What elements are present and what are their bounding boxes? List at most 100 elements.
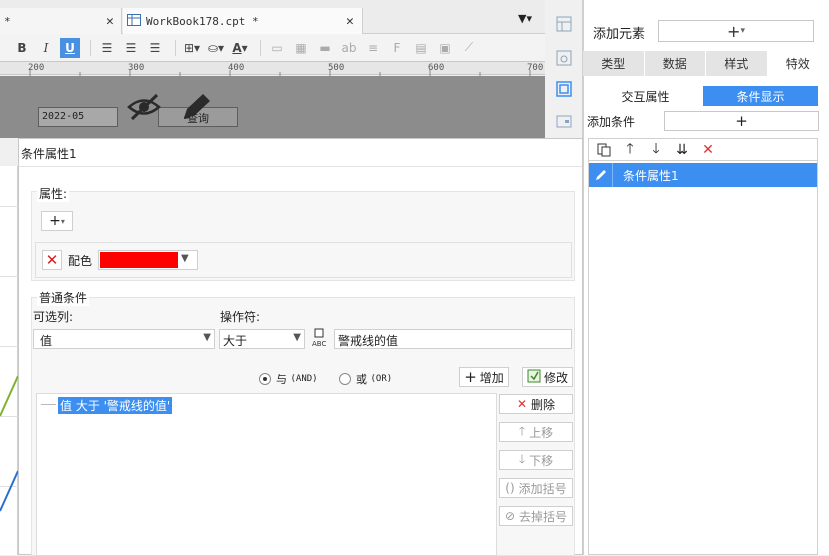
merge-cells-icon[interactable]: ▭ xyxy=(267,38,287,58)
underline-icon[interactable]: U xyxy=(60,38,80,58)
hidden-eye-icon xyxy=(126,92,162,125)
tab-interaction-attributes[interactable]: 交互属性 xyxy=(588,86,703,106)
add-condition-button[interactable]: + xyxy=(664,111,819,131)
ruler-label: 500 xyxy=(328,63,344,73)
color-swatch xyxy=(100,252,178,268)
formula-icon[interactable]: F xyxy=(387,38,407,58)
pencil-icon xyxy=(178,92,212,125)
font-color-icon[interactable]: A▾ xyxy=(230,38,250,58)
chevron-down-icon: ▼ xyxy=(293,332,301,343)
color-picker[interactable]: ▼ xyxy=(98,250,198,270)
arrow-up-icon: 🡑 xyxy=(519,422,525,443)
tab-workbook178[interactable]: WorkBook178.cpt * ✕ xyxy=(123,8,363,34)
toolbar-separator xyxy=(175,40,176,56)
plus-icon: + xyxy=(49,213,61,229)
date-filter-field[interactable]: 2022-05 xyxy=(38,107,118,127)
dialog-title: 条件属性1 xyxy=(19,139,582,167)
add-attribute-button[interactable]: +▾ xyxy=(41,211,73,231)
panel-icon[interactable] xyxy=(554,111,574,131)
remove-bracket-icon: ⊘ xyxy=(505,509,515,523)
value-type-icon[interactable]: ABC xyxy=(311,328,331,350)
radio-button[interactable] xyxy=(339,373,351,385)
column-select[interactable]: 值 ▼ xyxy=(33,329,215,349)
border-icon[interactable]: ⊞▾ xyxy=(182,38,202,58)
chevron-down-icon: ▾ xyxy=(740,26,745,36)
copy-icon[interactable] xyxy=(594,141,614,159)
condition-expression[interactable]: 值 大于 '警戒线的值' xyxy=(58,397,172,414)
arrow-down-icon: 🡓 xyxy=(519,450,525,471)
tab-title: WorkBook178.cpt * xyxy=(146,15,259,28)
pencil-icon xyxy=(589,163,613,187)
move-down-button[interactable]: 🡓 下移 xyxy=(499,450,573,470)
properties-tabs: 类型 数据 样式 特效 xyxy=(583,51,829,76)
plus-icon: + xyxy=(464,368,477,386)
close-icon[interactable]: ✕ xyxy=(346,14,354,29)
list-item[interactable]: 条件属性1 xyxy=(589,163,817,187)
add-bracket-button[interactable]: () 添加括号 xyxy=(499,478,573,498)
chart-icon[interactable]: ▤ xyxy=(411,38,431,58)
edit-condition-button[interactable]: 修改 xyxy=(522,367,573,387)
condition-list: 条件属性1 xyxy=(588,160,818,555)
delete-button[interactable]: ✕ 删除 xyxy=(499,394,573,414)
settings-page-icon[interactable] xyxy=(554,48,574,68)
image-icon[interactable]: ▣ xyxy=(435,38,455,58)
fill-color-icon[interactable]: ⛀▾ xyxy=(206,38,226,58)
condition-value-input[interactable]: 警戒线的值 xyxy=(334,329,572,349)
ruler-ticks xyxy=(0,62,545,76)
chevron-down-icon: ▼ xyxy=(181,253,189,264)
text-icon[interactable]: ab xyxy=(339,38,359,58)
move-down-label: 下移 xyxy=(529,452,553,469)
align-right-icon[interactable]: ☰ xyxy=(145,38,165,58)
tab-data[interactable]: 数据 xyxy=(645,51,707,76)
delete-icon[interactable]: ✕ xyxy=(698,141,718,159)
arrow-up-icon[interactable]: 🡑 xyxy=(620,141,640,159)
remove-bracket-label: 去掉括号 xyxy=(519,508,567,525)
italic-icon[interactable]: I xyxy=(36,38,56,58)
arrow-down-icon[interactable]: 🡓 xyxy=(646,141,666,159)
close-icon[interactable]: ✕ xyxy=(106,14,114,29)
cell-element-icon[interactable] xyxy=(554,14,574,34)
tab-list-dropdown-icon[interactable]: ▼▾ xyxy=(518,12,532,25)
move-to-bottom-icon[interactable]: ⇊ xyxy=(672,141,692,159)
bracket-icon: () xyxy=(505,481,514,495)
align-center-icon[interactable]: ☰ xyxy=(121,38,141,58)
chevron-down-icon: ▼ xyxy=(203,332,211,343)
tab-previous-workbook[interactable]: * ✕ xyxy=(0,8,122,34)
plus-icon: + xyxy=(727,22,740,41)
radio-and[interactable]: 与 (AND) xyxy=(259,371,318,387)
add-condition-label: 添加条件 xyxy=(587,113,635,130)
attribute-name: 配色 xyxy=(68,252,92,269)
column-value: 值 xyxy=(40,334,52,348)
radio-or[interactable]: 或 (OR) xyxy=(339,371,392,387)
move-up-label: 上移 xyxy=(529,424,553,441)
workbook-icon xyxy=(127,14,141,29)
tab-type[interactable]: 类型 xyxy=(583,51,645,76)
slash-icon[interactable]: ⟋ xyxy=(459,38,479,58)
align-left-icon[interactable]: ☰ xyxy=(97,38,117,58)
tab-effects[interactable]: 特效 xyxy=(768,51,829,76)
add-condition-item-button[interactable]: + 增加 xyxy=(459,367,509,387)
plus-icon: + xyxy=(735,112,748,130)
radio-button[interactable] xyxy=(259,373,271,385)
tab-modified-mark: * xyxy=(4,15,11,28)
remove-bracket-button[interactable]: ⊘ 去掉括号 xyxy=(499,506,573,526)
tab-style[interactable]: 样式 xyxy=(706,51,768,76)
ruler-label: 300 xyxy=(128,63,144,73)
add-element-button[interactable]: +▾ xyxy=(658,20,814,42)
paragraph-icon[interactable]: ≡ xyxy=(363,38,383,58)
ruler-label: 600 xyxy=(428,63,444,73)
ruler: 200 300 400 500 600 700 xyxy=(0,61,545,75)
add-button-label: 增加 xyxy=(480,369,504,386)
chevron-down-icon: ▾ xyxy=(61,217,65,226)
insert-row-icon[interactable]: ▬ xyxy=(315,38,335,58)
radio-and-label: 与 xyxy=(276,371,287,387)
widget-properties-icon[interactable] xyxy=(554,79,574,99)
tab-conditional-display[interactable]: 条件显示 xyxy=(703,86,818,106)
edit-icon xyxy=(527,369,541,386)
delete-attribute-icon[interactable]: ✕ xyxy=(42,250,62,270)
operator-select[interactable]: 大于 ▼ xyxy=(219,329,305,349)
grid-icon[interactable]: ▦ xyxy=(291,38,311,58)
operator-label: 操作符: xyxy=(220,308,260,325)
move-up-button[interactable]: 🡑 上移 xyxy=(499,422,573,442)
bold-icon[interactable]: B xyxy=(12,38,32,58)
